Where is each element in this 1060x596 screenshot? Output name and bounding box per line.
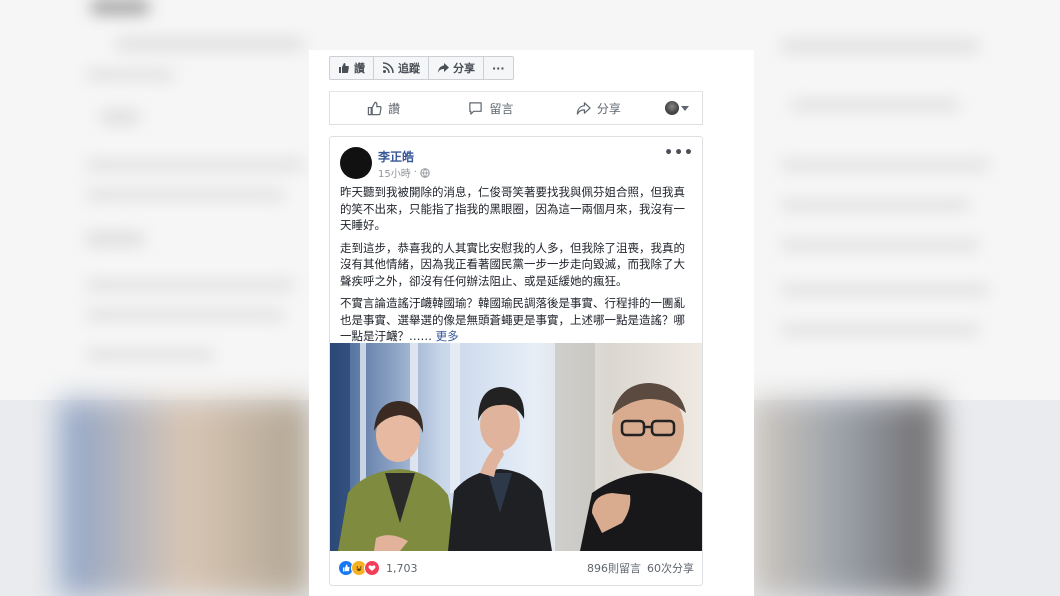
post-timestamp[interactable]: 15小時: [378, 165, 411, 180]
post-paragraph: 昨天聽到我被開除的消息，仁俊哥笑著要找我與佩芬姐合照，但我真的笑不出來，只能指了…: [340, 185, 685, 232]
thumbs-up-icon: [367, 101, 382, 115]
post-text: 昨天聽到我被開除的消息，仁俊哥笑著要找我與佩芬姐合照，但我真的笑不出來，只能指了…: [340, 184, 696, 351]
post-paragraph: 不實言論造謠汙衊韓國瑜？韓國瑜民調落後是事實、行程排的一團亂也是事實、選舉選的像…: [340, 295, 696, 345]
post-options-button[interactable]: •••: [664, 145, 694, 161]
comment-label: 留言: [489, 101, 514, 116]
post-photo[interactable]: [330, 343, 702, 551]
chevron-down-icon: [680, 105, 689, 111]
share-page-button[interactable]: 分享: [429, 57, 484, 79]
reaction-count: 1,703: [386, 561, 418, 575]
share-page-label: 分享: [453, 62, 475, 75]
rss-icon: [382, 62, 394, 74]
comments-count[interactable]: 896則留言: [587, 560, 641, 576]
globe-icon: [420, 167, 430, 178]
post-meta: 15小時 ·: [378, 165, 430, 180]
separator-dot: ·: [413, 167, 417, 178]
more-options-button[interactable]: ···: [484, 57, 513, 79]
post-paragraph-text: 不實言論造謠汙衊韓國瑜？韓國瑜民調落後是事實、行程排的一團亂也是事實、選舉選的像…: [340, 296, 685, 343]
share-label: 分享: [596, 101, 621, 116]
comment-button[interactable]: 留言: [437, 100, 544, 117]
share-arrow-icon: [438, 63, 449, 73]
share-arrow-icon: [576, 101, 591, 115]
post-photo-image: [330, 343, 702, 551]
post-stats-bar: 1,703 896則留言 60次分享: [330, 551, 702, 585]
like-button[interactable]: 讚: [330, 100, 437, 117]
post-column: 讚 追蹤 分享 ··· 讚 留言 分享 李正皓 15小時 · ••• 昨天聽到我…: [309, 50, 754, 596]
like-page-label: 讚: [354, 62, 365, 75]
follow-button[interactable]: 追蹤: [374, 57, 429, 79]
reactions-summary[interactable]: 1,703: [338, 560, 418, 576]
previous-post-action-bar: 讚 留言 分享: [329, 91, 703, 125]
like-page-button[interactable]: 讚: [330, 57, 374, 79]
profile-avatar-icon: [664, 101, 679, 115]
comment-bubble-icon: [469, 101, 483, 115]
post-card: 李正皓 15小時 · ••• 昨天聽到我被開除的消息，仁俊哥笑著要找我與佩芬姐合…: [329, 136, 703, 586]
author-name[interactable]: 李正皓: [378, 148, 414, 165]
post-paragraph: 走到這步，恭喜我的人其實比安慰我的人多，但我除了沮喪，我真的沒有其他情緒，因為我…: [340, 240, 685, 288]
engagement-counts: 896則留言 60次分享: [587, 560, 694, 576]
page-toolbar: 讚 追蹤 分享 ···: [329, 56, 514, 80]
love-reaction-icon: [364, 560, 380, 576]
author-avatar[interactable]: [340, 147, 372, 179]
react-as-selector[interactable]: [652, 101, 702, 115]
see-more-link[interactable]: 更多: [436, 329, 459, 343]
more-dots-icon: ···: [492, 61, 505, 75]
like-label: 讚: [388, 101, 401, 116]
shares-count[interactable]: 60次分享: [647, 560, 694, 576]
thumbs-up-icon: [339, 63, 349, 73]
follow-label: 追蹤: [398, 62, 420, 75]
share-button[interactable]: 分享: [545, 100, 652, 117]
